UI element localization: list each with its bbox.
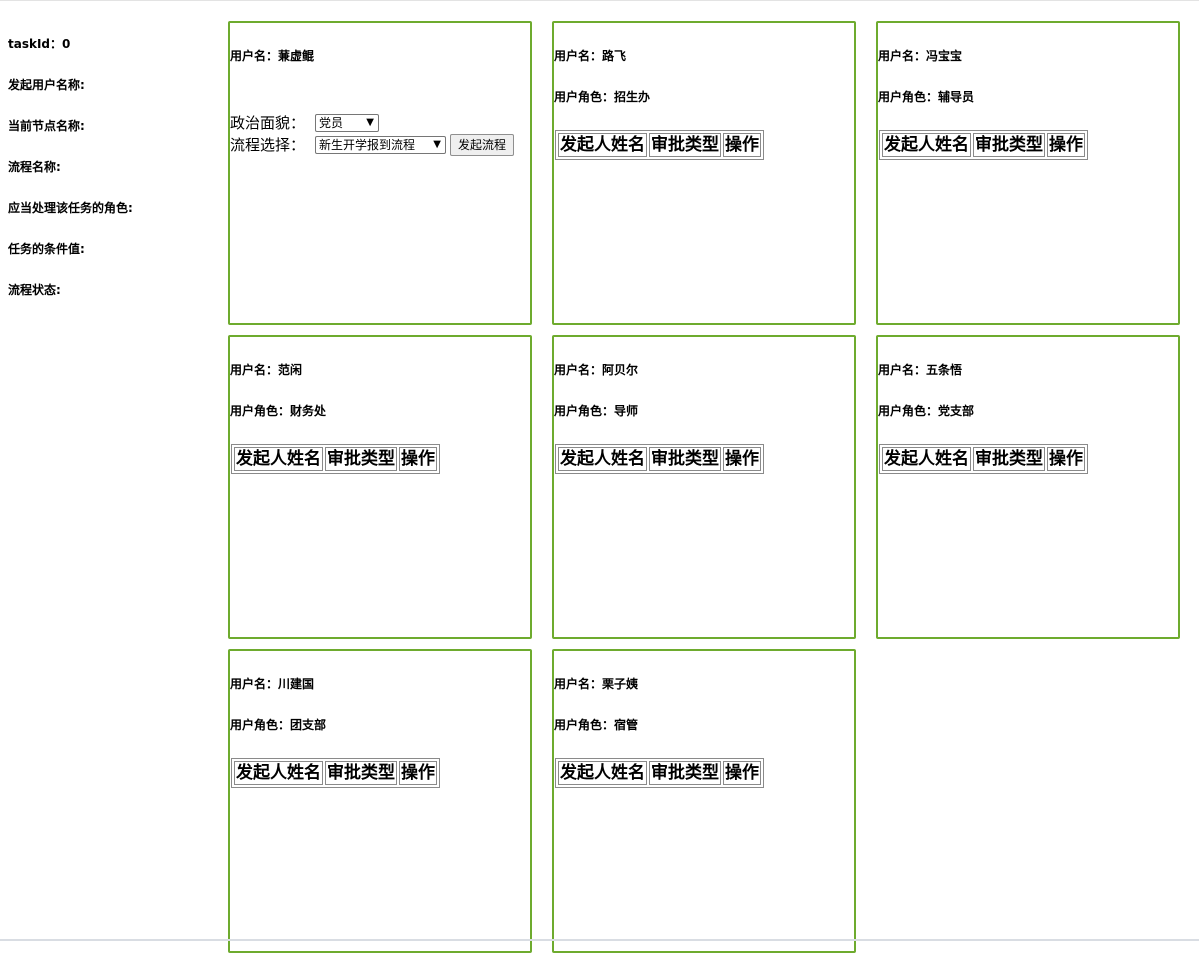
task-table-header: 发起人姓名 (558, 447, 647, 471)
task-table-header: 审批类型 (649, 761, 721, 785)
initiator-name: 发起用户名称: (8, 78, 85, 92)
card-role: 用户角色：宿管 (554, 718, 639, 732)
political-select-value: 党员 (319, 116, 344, 130)
task-table-header: 发起人姓名 (558, 133, 647, 157)
task-table-header: 发起人姓名 (234, 447, 323, 471)
process-label: 流程选择： (230, 136, 306, 154)
handler-role: 应当处理该任务的角色: (8, 201, 133, 215)
chevron-down-icon: ▼ (433, 139, 441, 150)
task-table-header: 审批类型 (973, 133, 1045, 157)
task-table-header: 发起人姓名 (882, 447, 971, 471)
card-role: 用户角色：团支部 (230, 718, 327, 732)
process-select[interactable]: 新生开学报到流程 ▼ (315, 136, 446, 154)
process-status: 流程状态: (8, 283, 61, 297)
task-table-header: 操作 (723, 447, 761, 471)
card-role: 用户角色：辅导员 (878, 90, 975, 104)
political-row: 政治面貌： 党员 ▼ (230, 114, 379, 132)
start-process-button[interactable]: 发起流程 (450, 134, 515, 156)
task-table: 发起人姓名 审批类型 操作 (879, 444, 1088, 474)
user-card: 用户名：路飞用户角色：招生办发起人姓名 审批类型 操作 (552, 21, 856, 325)
user-card: 用户名：冯宝宝 用户角色：辅导员发起人姓名 审批类型 操作 (876, 21, 1180, 325)
user-card: 用户名：川建国 用户角色：团支部发起人姓名 审批类型 操作 (228, 649, 532, 953)
chevron-down-icon: ▼ (366, 117, 374, 128)
starter-username: 用户名：蒹虚鲲 (230, 49, 315, 63)
card-role: 用户角色：导师 (554, 404, 639, 418)
task-table: 发起人姓名 审批类型 操作 (879, 130, 1088, 160)
card-username: 用户名：栗子姨 (554, 677, 639, 691)
political-select[interactable]: 党员 ▼ (315, 114, 379, 132)
task-table: 发起人姓名 审批类型 操作 (555, 130, 764, 160)
card-username: 用户名：冯宝宝 (878, 49, 963, 63)
political-label: 政治面貌： (230, 114, 306, 132)
process-row: 流程选择： 新生开学报到流程 ▼ 发起流程 (230, 134, 515, 156)
task-table-header: 审批类型 (973, 447, 1045, 471)
process-name: 流程名称: (8, 160, 61, 174)
task-table-header: 审批类型 (325, 761, 397, 785)
task-table-header: 审批类型 (649, 133, 721, 157)
task-table-header: 操作 (399, 761, 437, 785)
task-table-header: 操作 (1047, 447, 1085, 471)
process-select-value: 新生开学报到流程 (319, 138, 416, 152)
user-card: 用户名：五条悟 用户角色：党支部发起人姓名 审批类型 操作 (876, 335, 1180, 639)
card-role: 用户角色：招生办 (554, 90, 651, 104)
starter-card: 用户名：蒹虚鲲 政治面貌： 党员 ▼ 流程选择： 新生开学报到流程 ▼ 发起流程 (228, 21, 532, 325)
user-card: 用户名：阿贝尔 用户角色：导师发起人姓名 审批类型 操作 (552, 335, 856, 639)
task-table: 发起人姓名 审批类型 操作 (555, 444, 764, 474)
task-table-header: 发起人姓名 (558, 761, 647, 785)
task-table-header: 操作 (723, 761, 761, 785)
task-table-header: 审批类型 (325, 447, 397, 471)
task-condition: 任务的条件值: (8, 242, 85, 256)
task-info-panel: taskId：0 发起用户名称: 当前节点名称: 流程名称: 应当处理该任务的角… (8, 37, 218, 324)
card-username: 用户名：阿贝尔 (554, 363, 639, 377)
card-username: 用户名：范闲 (230, 363, 303, 377)
task-table-header: 操作 (723, 133, 761, 157)
task-table-header: 审批类型 (649, 447, 721, 471)
task-id: taskId：0 (8, 37, 71, 51)
user-card: 用户名：范闲用户角色：财务处发起人姓名 审批类型 操作 (228, 335, 532, 639)
task-table-header: 操作 (1047, 133, 1085, 157)
current-node-name: 当前节点名称: (8, 119, 85, 133)
user-card: 用户名：栗子姨 用户角色：宿管发起人姓名 审批类型 操作 (552, 649, 856, 953)
task-table-header: 操作 (399, 447, 437, 471)
task-table: 发起人姓名 审批类型 操作 (231, 444, 440, 474)
card-role: 用户角色：党支部 (878, 404, 975, 418)
task-table: 发起人姓名 审批类型 操作 (555, 758, 764, 788)
task-table-header: 发起人姓名 (882, 133, 971, 157)
card-username: 用户名：川建国 (230, 677, 315, 691)
task-table: 发起人姓名 审批类型 操作 (231, 758, 440, 788)
task-table-header: 发起人姓名 (234, 761, 323, 785)
card-username: 用户名：五条悟 (878, 363, 963, 377)
card-role: 用户角色：财务处 (230, 404, 327, 418)
card-username: 用户名：路飞 (554, 49, 627, 63)
